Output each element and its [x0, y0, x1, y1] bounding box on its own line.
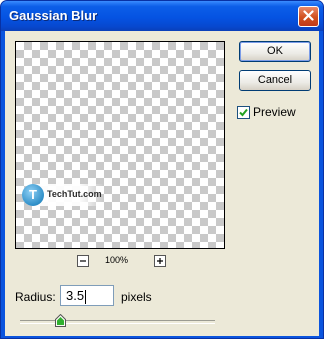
dialog-title: Gaussian Blur [9, 8, 98, 23]
close-button[interactable] [298, 6, 319, 27]
radius-input[interactable]: 3.5 [60, 285, 114, 306]
zoom-level: 100% [105, 255, 129, 265]
close-icon [303, 8, 314, 26]
logo-t-icon: T [22, 184, 44, 206]
zoom-in-button[interactable] [154, 255, 166, 267]
logo-text: TechTut.com [47, 189, 102, 199]
gaussian-blur-dialog: Gaussian Blur T TechTut.com OK Cancel Pr… [0, 0, 324, 339]
radius-units: pixels [121, 290, 152, 304]
cancel-button[interactable]: Cancel [239, 70, 311, 91]
checkmark-icon [239, 108, 248, 116]
zoom-out-button[interactable] [77, 255, 89, 267]
techtut-logo: T TechTut.com [22, 184, 104, 206]
preview-toggle[interactable]: Preview [237, 105, 296, 119]
minus-icon [80, 260, 86, 262]
radius-slider-thumb[interactable] [54, 313, 66, 327]
blur-preview-area[interactable]: T TechTut.com [15, 41, 225, 249]
radius-slider-track[interactable] [20, 320, 215, 324]
ok-button[interactable]: OK [239, 41, 311, 62]
zoom-controls: 100% [15, 253, 225, 269]
preview-label: Preview [253, 105, 296, 119]
radius-label: Radius: [15, 290, 56, 304]
dialog-body: T TechTut.com OK Cancel Preview 100% Rad… [5, 31, 319, 336]
text-caret [85, 289, 87, 304]
radius-value: 3.5 [66, 288, 85, 303]
preview-checkbox[interactable] [237, 105, 250, 119]
title-bar[interactable]: Gaussian Blur [1, 1, 323, 31]
plus-icon [157, 258, 163, 264]
slider-handle-icon [54, 313, 66, 327]
